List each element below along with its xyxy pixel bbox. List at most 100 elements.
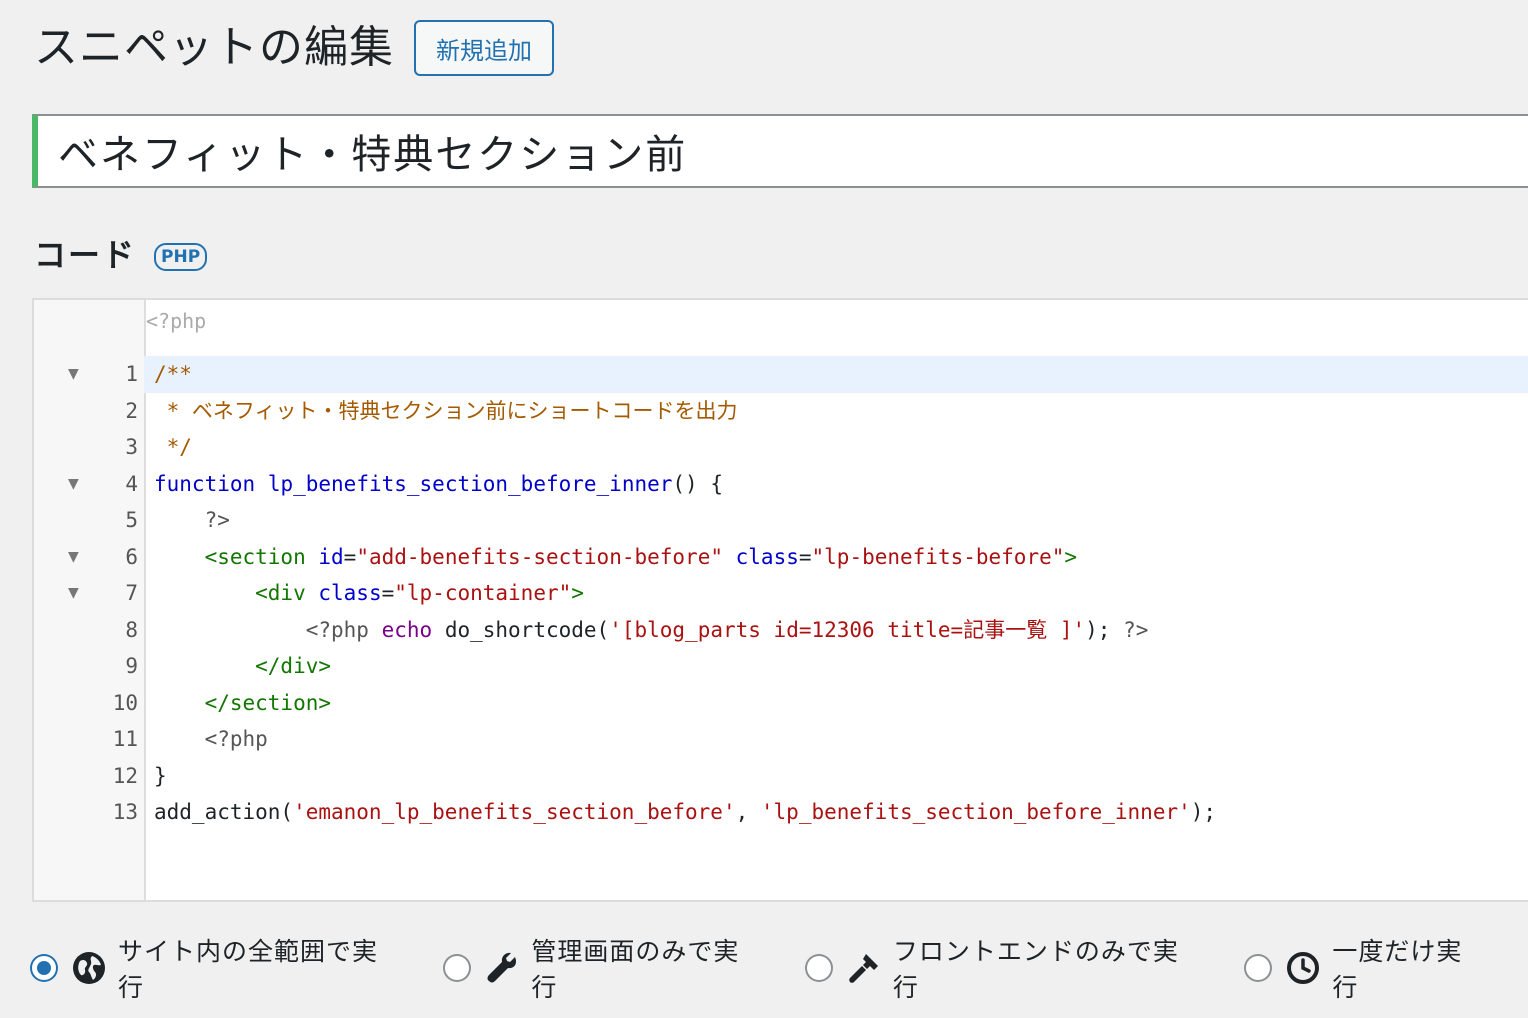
- code-line[interactable]: 12}: [34, 758, 1528, 795]
- line-code[interactable]: </section>: [154, 685, 331, 722]
- code-lines[interactable]: ▼ 1/** 2 * ベネフィット・特典セクション前にショートコードを出力 3 */▼…: [34, 356, 1528, 831]
- line-code[interactable]: <?php echo do_shortcode('[blog_parts id=…: [154, 612, 1149, 649]
- code-token: "add-benefits-section-before": [356, 544, 723, 569]
- scope-radio-admin[interactable]: [443, 954, 472, 982]
- line-code[interactable]: add_action('emanon_lp_benefits_section_b…: [154, 794, 1216, 831]
- line-gutter: ▼ 7: [34, 575, 144, 612]
- code-token: <?php: [154, 727, 268, 751]
- code-label: コード: [34, 236, 137, 274]
- line-gutter: 9: [34, 648, 144, 685]
- fold-toggle-icon[interactable]: ▼: [68, 583, 79, 603]
- line-code[interactable]: /**: [154, 356, 192, 393]
- scope-option-global[interactable]: サイト内の全範囲で実行: [30, 932, 403, 1004]
- code-line[interactable]: ▼ 6 <section id="add-benefits-section-bef…: [34, 539, 1528, 576]
- line-gutter: 12: [34, 758, 144, 795]
- code-token: ,: [735, 800, 761, 824]
- code-line[interactable]: 11 <?php: [34, 721, 1528, 758]
- line-number: 3: [125, 435, 138, 459]
- line-code[interactable]: }: [154, 758, 167, 795]
- line-code[interactable]: * ベネフィット・特典セクション前にショートコードを出力: [154, 393, 738, 430]
- line-number: 11: [112, 727, 138, 751]
- code-line[interactable]: 2 * ベネフィット・特典セクション前にショートコードを出力: [34, 393, 1528, 430]
- code-token: 'emanon_lp_benefits_section_before': [293, 800, 736, 824]
- line-code[interactable]: function lp_benefits_section_before_inne…: [154, 466, 723, 503]
- clock-icon: [1286, 951, 1320, 985]
- code-token: () {: [672, 471, 723, 496]
- code-token: class: [318, 581, 382, 605]
- code-token: <div: [154, 581, 306, 605]
- code-token: =: [798, 544, 812, 569]
- code-token: <section: [154, 544, 306, 569]
- globe-icon: [72, 951, 106, 985]
- code-line[interactable]: ▼ 7 <div class="lp-container">: [34, 575, 1528, 612]
- code-token: </section>: [154, 690, 332, 715]
- code-token: class: [735, 544, 799, 569]
- fold-toggle-icon[interactable]: ▼: [68, 364, 79, 384]
- line-gutter: 8: [34, 612, 144, 649]
- code-line[interactable]: 3 */: [34, 429, 1528, 466]
- scope-radio-front-end[interactable]: [804, 954, 833, 982]
- line-number: 8: [125, 617, 138, 642]
- scope-option-front-end[interactable]: フロントエンドのみで実行: [804, 932, 1204, 1004]
- code-token: id: [318, 544, 344, 569]
- fold-toggle-icon[interactable]: ▼: [68, 547, 79, 567]
- add-new-button[interactable]: 新規追加: [414, 20, 554, 76]
- code-line[interactable]: 9 </div>: [34, 648, 1528, 685]
- line-gutter: 10: [34, 685, 144, 722]
- code-token: =: [343, 544, 357, 569]
- scope-label: フロントエンドのみで実行: [892, 937, 1179, 1002]
- line-number: 9: [125, 654, 138, 678]
- line-code[interactable]: ?>: [154, 502, 230, 539]
- code-token: "lp-benefits-before": [811, 544, 1065, 569]
- code-line[interactable]: 8 <?php echo do_shortcode('[blog_parts i…: [34, 612, 1528, 649]
- code-token: echo: [381, 617, 433, 642]
- code-token: /**: [154, 362, 192, 386]
- code-token: '[blog_parts id=12306 title=記事一覧 ]': [609, 617, 1086, 642]
- line-number: 4: [125, 471, 138, 496]
- scope-radio-single-use[interactable]: [1244, 954, 1273, 982]
- code-line[interactable]: 5 ?>: [34, 502, 1528, 539]
- scope-option-admin[interactable]: 管理画面のみで実行: [443, 932, 765, 1004]
- code-token: <?php: [154, 617, 369, 642]
- line-code[interactable]: <section id="add-benefits-section-before…: [154, 539, 1077, 576]
- code-line[interactable]: ▼ 1 /**: [34, 356, 1528, 393]
- scope-options: サイト内の全範囲で実行 管理画面のみで実行 フロントエンドのみで実行 一度だけ実行: [30, 932, 1528, 1004]
- scope-option-single-use[interactable]: 一度だけ実行: [1244, 932, 1488, 1004]
- page-header: スニペットの編集 新規追加: [34, 18, 554, 78]
- line-code[interactable]: */: [154, 429, 192, 466]
- code-line[interactable]: ▼ 4 function lp_benefits_section_before_in…: [34, 466, 1528, 503]
- line-number: 10: [112, 690, 138, 715]
- line-gutter: 5: [34, 502, 144, 539]
- code-token: */: [154, 435, 192, 459]
- line-gutter: ▼ 6: [34, 539, 144, 576]
- code-token: * ベネフィット・特典セクション前にショートコードを出力: [154, 398, 738, 423]
- php-open-tag: <?php: [146, 309, 207, 333]
- code-token: );: [1085, 617, 1124, 642]
- code-line[interactable]: 13 add_action('emanon_lp_benefits_section…: [34, 794, 1528, 831]
- line-number: 1: [125, 362, 138, 386]
- code-token: );: [1190, 800, 1217, 824]
- line-number: 13: [112, 800, 138, 824]
- line-gutter: 3: [34, 429, 144, 466]
- hammer-icon: [847, 951, 881, 985]
- line-code[interactable]: <?php: [154, 721, 268, 758]
- fold-toggle-icon[interactable]: ▼: [68, 474, 79, 494]
- line-code[interactable]: </div>: [154, 648, 331, 685]
- line-gutter: ▼ 4: [34, 466, 144, 503]
- scope-radio-global[interactable]: [30, 954, 58, 982]
- line-gutter: 2: [34, 393, 144, 430]
- line-number: 6: [125, 544, 138, 569]
- code-token: "lp-container": [394, 581, 572, 605]
- code-editor[interactable]: <?php ▼ 1 /** 2 * ベネフィット・特典セクション前にショートコードを出…: [32, 298, 1528, 902]
- line-code[interactable]: <div class="lp-container">: [154, 575, 584, 612]
- code-token: ?>: [154, 508, 230, 532]
- code-line[interactable]: 10 </section>: [34, 685, 1528, 722]
- scope-label: 一度だけ実行: [1332, 937, 1463, 1002]
- code-token: }: [154, 763, 167, 788]
- line-number: 7: [125, 581, 138, 605]
- snippet-title-input[interactable]: ベネフィット・特典セクション前: [32, 114, 1528, 188]
- line-gutter: 13: [34, 794, 144, 831]
